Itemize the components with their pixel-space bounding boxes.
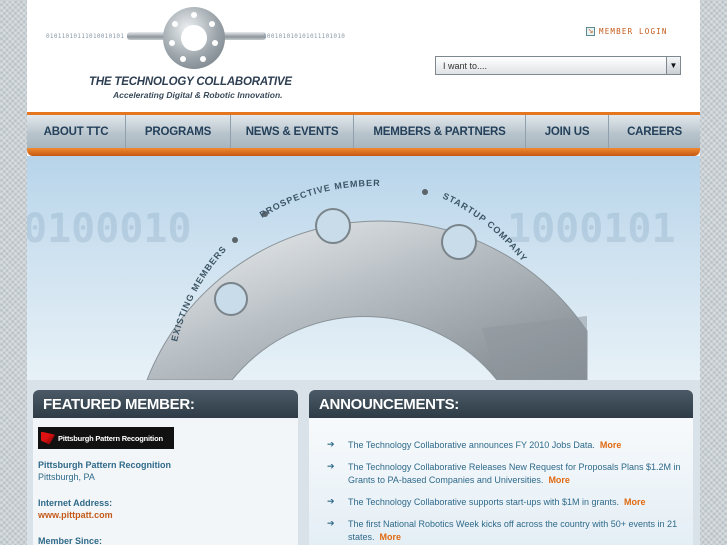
more-link[interactable]: More [548, 475, 570, 485]
announcement-item: ➔ The Technology Collaborative supports … [327, 496, 683, 509]
caret-down-icon[interactable]: ▼ [666, 57, 680, 74]
dropdown-value: I want to.... [443, 60, 488, 71]
member-logo[interactable]: Pittsburgh Pattern Recognition [38, 427, 174, 449]
announcement-item: ➔ The first National Robotics Week kicks… [327, 518, 683, 544]
arrow-box-icon: ↘ [586, 27, 595, 36]
nav-item-about-ttc[interactable]: ABOUT TTC [27, 115, 126, 148]
logo-title[interactable]: THE TECHNOLOGY COLLABORATIVE [89, 76, 314, 88]
arrow-right-icon: ➔ [327, 461, 335, 471]
member-logo-text: Pittsburgh Pattern Recognition [58, 433, 163, 443]
arrow-right-icon: ➔ [327, 518, 335, 528]
nav-item-programs[interactable]: PROGRAMS [126, 115, 231, 148]
pattern-recognition-logo-icon [41, 431, 55, 445]
announcement-text[interactable]: The Technology Collaborative Releases Ne… [348, 462, 681, 485]
main-nav: ABOUT TTC PROGRAMS NEWS & EVENTS MEMBERS… [27, 115, 700, 148]
logo-gear-icon[interactable] [163, 7, 225, 69]
binary-strip-left: 01011010111010010101 [46, 33, 125, 40]
more-link[interactable]: More [380, 532, 402, 542]
hero-gear-graphic: EXISTING MEMBERS PROSPECTIVE MEMBERS STA… [27, 156, 588, 380]
nav-item-members-partners[interactable]: MEMBERS & PARTNERS [354, 115, 526, 148]
arrow-right-icon: ➔ [327, 439, 335, 449]
binary-strip-right: 100101010101011101010 [263, 33, 346, 40]
member-location: Pittsburgh, PA [38, 472, 95, 482]
more-link[interactable]: More [600, 440, 622, 450]
i-want-to-dropdown[interactable]: I want to.... ▼ [435, 56, 681, 75]
more-link[interactable]: More [624, 497, 646, 507]
announcement-text[interactable]: The Technology Collaborative supports st… [348, 497, 619, 507]
lower-content: FEATURED MEMBER: Pittsburgh Pattern Reco… [27, 380, 700, 545]
featured-member-panel: Pittsburgh Pattern Recognition Pittsburg… [33, 418, 298, 545]
announcements-heading: ANNOUNCEMENTS: [309, 390, 693, 418]
announcement-item: ➔ The Technology Collaborative Releases … [327, 461, 683, 487]
member-url-link[interactable]: www.pittpatt.com [38, 509, 293, 521]
internet-address-label: Internet Address: [38, 498, 113, 508]
logo-tagline: Accelerating Digital & Robotic Innovatio… [113, 90, 283, 100]
nav-accent-bottom [27, 148, 700, 156]
member-login-link[interactable]: ↘ MEMBER LOGIN [586, 27, 668, 36]
member-login-label: MEMBER LOGIN [599, 27, 668, 36]
featured-member-heading: FEATURED MEMBER: [33, 390, 298, 418]
arrow-right-icon: ➔ [327, 496, 335, 506]
nav-item-news-events[interactable]: NEWS & EVENTS [231, 115, 354, 148]
announcement-text[interactable]: The Technology Collaborative announces F… [348, 440, 595, 450]
announcements-panel: ➔ The Technology Collaborative announces… [309, 418, 693, 545]
nav-item-join-us[interactable]: JOIN US [526, 115, 609, 148]
announcement-item: ➔ The Technology Collaborative announces… [327, 439, 683, 452]
member-since-label: Member Since: [38, 536, 103, 545]
hero-banner: 0100010 1000101 EXISTING MEMBERS PROSPEC… [27, 156, 700, 380]
page: 01011010111010010101 1001010101010111010… [27, 0, 700, 545]
member-name: Pittsburgh Pattern Recognition [38, 460, 172, 470]
site-header: 01011010111010010101 1001010101010111010… [27, 0, 700, 114]
nav-item-careers[interactable]: CAREERS [609, 115, 700, 148]
